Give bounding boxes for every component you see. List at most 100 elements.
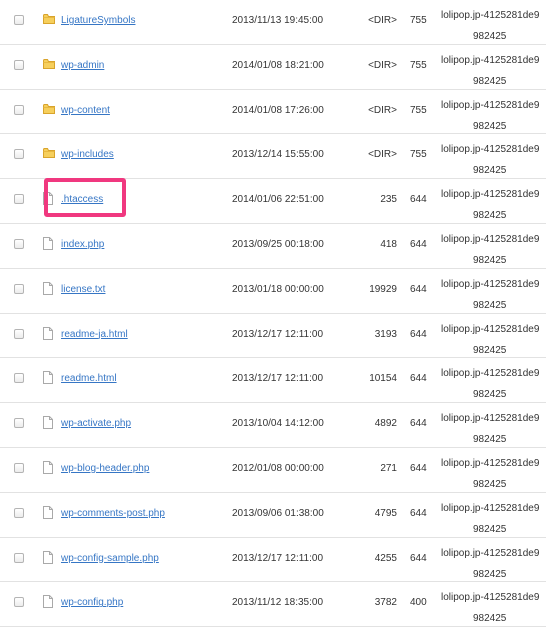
modified-date: 2013/09/06 01:38:00 — [232, 507, 324, 519]
owner-line-1: lolipop.jp-4125281de9 — [441, 413, 540, 425]
owner-line-2: 982425 — [473, 613, 507, 625]
row-checkbox[interactable] — [14, 104, 24, 115]
file-size: <DIR> — [368, 15, 397, 26]
file-row[interactable]: license.txt 2013/01/18 00:00:00 19929 644 lo… — [0, 269, 546, 314]
file-name-link[interactable]: wp-activate.php — [61, 418, 131, 429]
file-row[interactable]: wp-config-sample.php 2013/12/17 12:11:00 4… — [0, 538, 546, 583]
file-row[interactable]: .htaccess 2014/01/06 22:51:00 235 644 lolipo… — [0, 179, 546, 224]
file-size: 4795 — [374, 507, 397, 519]
file-row[interactable]: wp-admin 2014/01/08 18:21:00 <DIR> 755 lolip… — [0, 45, 546, 90]
file-size: 235 — [380, 194, 397, 206]
owner: lolipop.jp-4125281de9 982425 — [441, 50, 546, 92]
file-name-link[interactable]: wp-comments-post.php — [61, 508, 165, 519]
file-name-link[interactable]: wp-content — [61, 105, 110, 116]
owner: lolipop.jp-4125281de9 982425 — [441, 587, 546, 629]
modified-date: 2013/11/12 18:35:00 — [232, 597, 324, 609]
modified-date: 2014/01/08 17:26:00 — [232, 104, 324, 116]
file-size: 3193 — [374, 328, 397, 340]
row-checkbox[interactable] — [14, 238, 24, 249]
file-row[interactable]: wp-blog-header.php 2012/01/08 00:00:00 271… — [0, 448, 546, 493]
row-checkbox[interactable] — [14, 15, 24, 25]
file-row[interactable]: wp-comments-post.php 2013/09/06 01:38:00 4… — [0, 493, 546, 538]
file-name-link[interactable]: .htaccess — [61, 194, 103, 205]
file-row[interactable]: wp-content 2014/01/08 17:26:00 <DIR> 755 lol… — [0, 90, 546, 135]
row-checkbox[interactable] — [14, 507, 24, 518]
file-name-link[interactable]: license.txt — [61, 284, 105, 295]
modified-date: 2014/01/08 18:21:00 — [232, 59, 324, 71]
file-name-link[interactable]: readme.html — [61, 373, 117, 384]
file-icon — [43, 371, 55, 385]
row-checkbox[interactable] — [14, 418, 24, 429]
owner-line-1: lolipop.jp-4125281de9 — [441, 54, 540, 66]
row-checkbox[interactable] — [14, 552, 24, 563]
owner: lolipop.jp-4125281de9 982425 — [441, 408, 546, 450]
file-row[interactable]: wp-activate.php 2013/10/04 14:12:00 4892 64… — [0, 403, 546, 448]
file-row[interactable]: wp-includes 2013/12/14 15:55:00 <DIR> 755 lo… — [0, 134, 546, 181]
modified-date: 2013/11/13 19:45:00 — [232, 15, 324, 26]
file-row[interactable]: wp-config.php 2013/11/12 18:35:00 3782 400 l… — [0, 582, 546, 629]
permission: 644 — [410, 373, 427, 385]
owner-line-1: lolipop.jp-4125281de9 — [441, 10, 540, 21]
file-size: 4892 — [374, 418, 397, 430]
permission: 755 — [410, 149, 427, 161]
owner-line-1: lolipop.jp-4125281de9 — [441, 99, 540, 111]
permission: 644 — [410, 328, 427, 340]
owner-line-1: lolipop.jp-4125281de9 — [441, 323, 540, 335]
owner-line-1: lolipop.jp-4125281de9 — [441, 592, 540, 604]
row-checkbox[interactable] — [14, 328, 24, 339]
permission: 755 — [410, 15, 427, 26]
owner: lolipop.jp-4125281de9 982425 — [441, 543, 546, 585]
file-list-table: LigatureSymbols 2013/11/13 19:45:00 <DIR> 7… — [0, 0, 546, 629]
modified-date: 2013/09/25 00:18:00 — [232, 238, 324, 250]
folder-icon — [43, 103, 55, 116]
modified-date: 2013/10/04 14:12:00 — [232, 418, 324, 430]
owner: lolipop.jp-4125281de9 982425 — [441, 139, 546, 181]
file-name-link[interactable]: wp-includes — [61, 149, 114, 160]
file-row[interactable]: LigatureSymbols 2013/11/13 19:45:00 <DIR> 7… — [0, 0, 546, 45]
file-row[interactable]: readme.html 2013/12/17 12:11:00 10154 644 lo… — [0, 358, 546, 405]
row-checkbox[interactable] — [14, 149, 24, 160]
owner: lolipop.jp-4125281de9 982425 — [441, 184, 546, 226]
row-checkbox[interactable] — [14, 373, 24, 384]
file-row[interactable]: index.php 2013/09/25 00:18:00 418 644 lolipo… — [0, 224, 546, 269]
file-row[interactable]: readme-ja.html 2013/12/17 12:11:00 3193 644… — [0, 314, 546, 359]
modified-date: 2013/12/17 12:11:00 — [232, 328, 324, 340]
owner-line-1: lolipop.jp-4125281de9 — [441, 547, 540, 559]
file-size: <DIR> — [368, 149, 397, 161]
file-name-link[interactable]: readme-ja.html — [61, 329, 128, 340]
file-name-link[interactable]: index.php — [61, 239, 104, 250]
modified-date: 2013/01/18 00:00:00 — [232, 283, 324, 295]
permission: 644 — [410, 552, 427, 564]
file-icon — [43, 595, 55, 609]
file-icon — [43, 236, 55, 250]
permission: 644 — [410, 194, 427, 206]
owner: lolipop.jp-4125281de9 982425 — [441, 274, 546, 316]
owner-line-1: lolipop.jp-4125281de9 — [441, 278, 540, 290]
folder-icon — [43, 147, 55, 160]
row-checkbox[interactable] — [14, 462, 24, 473]
folder-icon — [43, 58, 55, 71]
file-name-link[interactable]: wp-blog-header.php — [61, 463, 149, 474]
file-icon — [43, 505, 55, 519]
owner: lolipop.jp-4125281de9 982425 — [441, 363, 546, 405]
row-checkbox[interactable] — [14, 283, 24, 294]
file-icon — [43, 326, 55, 340]
file-name-link[interactable]: LigatureSymbols — [61, 15, 135, 26]
file-icon — [43, 550, 55, 564]
permission: 755 — [410, 59, 427, 71]
row-checkbox[interactable] — [14, 59, 24, 70]
modified-date: 2014/01/06 22:51:00 — [232, 194, 324, 206]
owner-line-1: lolipop.jp-4125281de9 — [441, 233, 540, 245]
owner-line-1: lolipop.jp-4125281de9 — [441, 189, 540, 201]
file-name-link[interactable]: wp-config.php — [61, 597, 123, 608]
row-checkbox[interactable] — [14, 597, 24, 608]
permission: 755 — [410, 104, 427, 116]
row-checkbox[interactable] — [14, 194, 24, 205]
file-name-link[interactable]: wp-admin — [61, 60, 104, 71]
owner: lolipop.jp-4125281de9 982425 — [441, 5, 546, 47]
file-size: <DIR> — [368, 104, 397, 116]
owner-line-1: lolipop.jp-4125281de9 — [441, 457, 540, 469]
owner: lolipop.jp-4125281de9 982425 — [441, 319, 546, 361]
file-size: 4255 — [374, 552, 397, 564]
file-name-link[interactable]: wp-config-sample.php — [61, 553, 159, 564]
